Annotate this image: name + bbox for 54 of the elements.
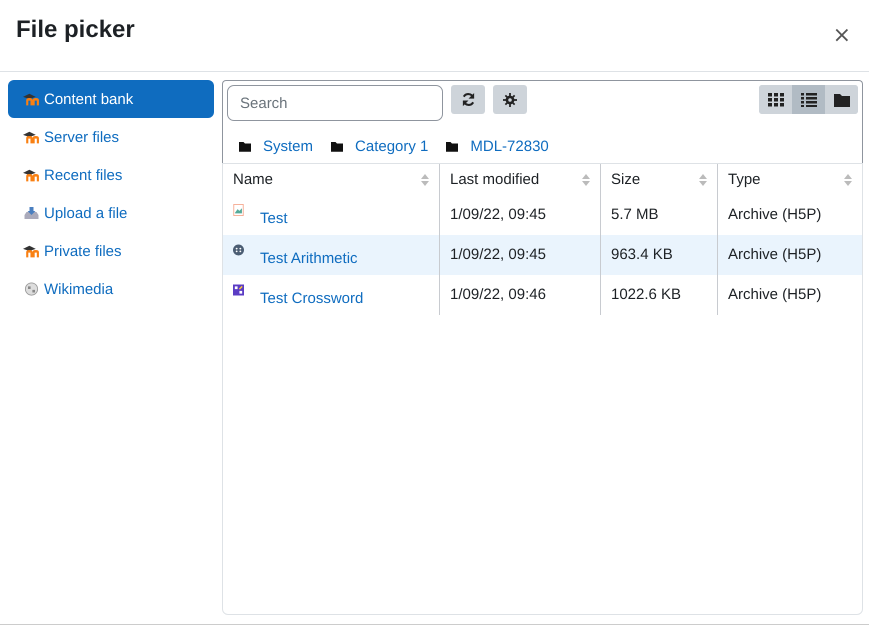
graduation-cap-icon	[23, 92, 40, 106]
sidebar-item[interactable]: Content bank	[8, 80, 214, 118]
file-link[interactable]: Test	[260, 210, 288, 227]
table-cell: 963.4 KB	[611, 246, 673, 263]
breadcrumb-link[interactable]: MDL-72830	[470, 138, 549, 155]
file-link[interactable]: Test Arithmetic	[260, 250, 358, 267]
crossword-file-icon	[233, 284, 244, 296]
table-cell: 1/09/22, 09:45	[450, 246, 546, 263]
image-file-icon	[233, 204, 244, 216]
refresh-icon	[460, 92, 476, 107]
sort-icon	[421, 174, 429, 186]
table-cell: 1/09/22, 09:45	[450, 206, 546, 223]
column-header[interactable]: Type	[728, 171, 761, 188]
upload-tray-icon	[23, 206, 40, 220]
table-cell: Archive (H5P)	[728, 206, 822, 223]
sidebar-item[interactable]: Recent files	[8, 156, 214, 194]
sidebar-item[interactable]: Wikimedia	[8, 270, 214, 308]
breadcrumb-link[interactable]: Category 1	[355, 138, 428, 155]
search-field[interactable]: Search	[227, 85, 443, 121]
refresh-button[interactable]	[451, 85, 485, 114]
table-cell: Archive (H5P)	[728, 286, 822, 303]
sort-icon	[844, 174, 852, 186]
sidebar-item[interactable]: Server files	[8, 118, 214, 156]
dots-file-icon	[233, 244, 244, 256]
column-header[interactable]: Last modified	[450, 171, 540, 188]
settings-icon	[503, 92, 517, 106]
table-row[interactable]: Test Crossword 1/09/22, 09:46 1022.6 KB Archive (H5P)	[223, 275, 862, 315]
list-view-button[interactable]	[792, 85, 825, 114]
sort-icon	[582, 174, 590, 186]
column-header[interactable]: Size	[611, 171, 640, 188]
graduation-cap-icon	[23, 244, 40, 258]
sort-icon	[699, 174, 707, 186]
table-cell: 1/09/22, 09:46	[450, 286, 546, 303]
sidebar-item[interactable]: Private files	[8, 232, 214, 270]
file-link[interactable]: Test Crossword	[260, 290, 364, 307]
window-title: File picker	[16, 16, 135, 44]
table-row[interactable]: Test Arithmetic 1/09/22, 09:45 963.4 KB Archive (H5P)	[223, 235, 862, 275]
graduation-cap-icon	[23, 168, 40, 182]
folder-icon	[331, 141, 344, 152]
close-button[interactable]: ×	[828, 23, 855, 48]
globe-icon	[23, 282, 40, 296]
folder-icon	[834, 92, 850, 106]
table-cell: 5.7 MB	[611, 206, 659, 223]
folder-icon	[239, 141, 251, 152]
list-icon	[800, 92, 816, 106]
table-cell: Archive (H5P)	[728, 246, 822, 263]
sidebar-item[interactable]: Upload a file	[8, 194, 214, 232]
grid-icon	[768, 92, 784, 106]
table-cell: 1022.6 KB	[611, 286, 682, 303]
settings-button[interactable]	[493, 85, 527, 114]
folder-icon	[446, 141, 458, 152]
breadcrumb-link[interactable]: System	[263, 138, 314, 155]
graduation-cap-icon	[23, 130, 40, 144]
column-header[interactable]: Name	[233, 171, 274, 188]
